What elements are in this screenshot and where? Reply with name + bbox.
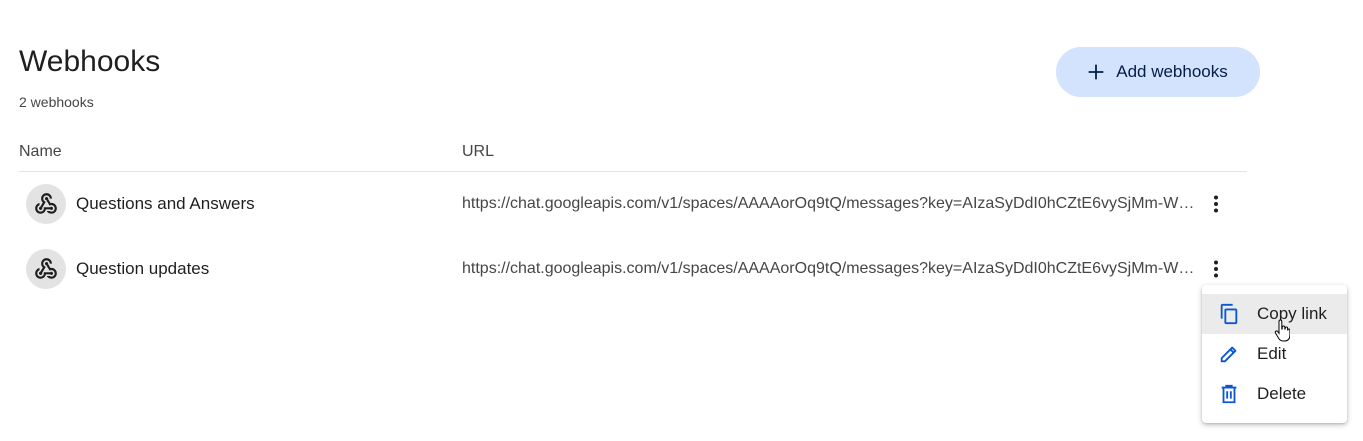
webhook-icon — [35, 258, 57, 279]
menu-item-label: Edit — [1257, 344, 1287, 363]
table-row: Questions and Answers https://chat.googl… — [19, 172, 1247, 236]
column-header-url: URL — [462, 143, 495, 160]
column-header-name: Name — [19, 143, 62, 160]
webhook-icon — [35, 193, 57, 214]
more-actions-button[interactable] — [1200, 188, 1232, 220]
webhook-count: 2 webhooks — [19, 94, 94, 110]
webhook-url: https://chat.googleapis.com/v1/spaces/AA… — [462, 195, 1200, 212]
more-vert-icon — [1214, 195, 1218, 213]
table-row: Question updates https://chat.googleapis… — [19, 237, 1247, 301]
webhook-url: https://chat.googleapis.com/v1/spaces/AA… — [462, 260, 1200, 277]
add-webhooks-button[interactable]: Add webhooks — [1056, 47, 1260, 97]
pencil-icon — [1218, 343, 1240, 365]
webhook-avatar — [26, 249, 66, 289]
webhook-avatar — [26, 184, 66, 224]
more-vert-icon — [1214, 260, 1218, 278]
copy-icon — [1218, 303, 1240, 325]
webhook-name: Questions and Answers — [76, 194, 255, 213]
trash-icon — [1218, 383, 1240, 405]
row-context-menu: Copy link Edit Delete — [1202, 285, 1347, 423]
webhooks-page: Webhooks 2 webhooks Add webhooks Name UR… — [0, 0, 1363, 441]
more-actions-button[interactable] — [1200, 253, 1232, 285]
plus-icon — [1088, 64, 1104, 80]
page-title: Webhooks — [19, 45, 161, 78]
menu-item-label: Copy link — [1257, 304, 1327, 323]
menu-item-delete[interactable]: Delete — [1202, 374, 1347, 414]
hand-cursor-icon — [1274, 319, 1290, 343]
menu-item-label: Delete — [1257, 384, 1307, 403]
webhook-name: Question updates — [76, 259, 210, 278]
add-webhooks-label: Add webhooks — [1116, 62, 1228, 81]
